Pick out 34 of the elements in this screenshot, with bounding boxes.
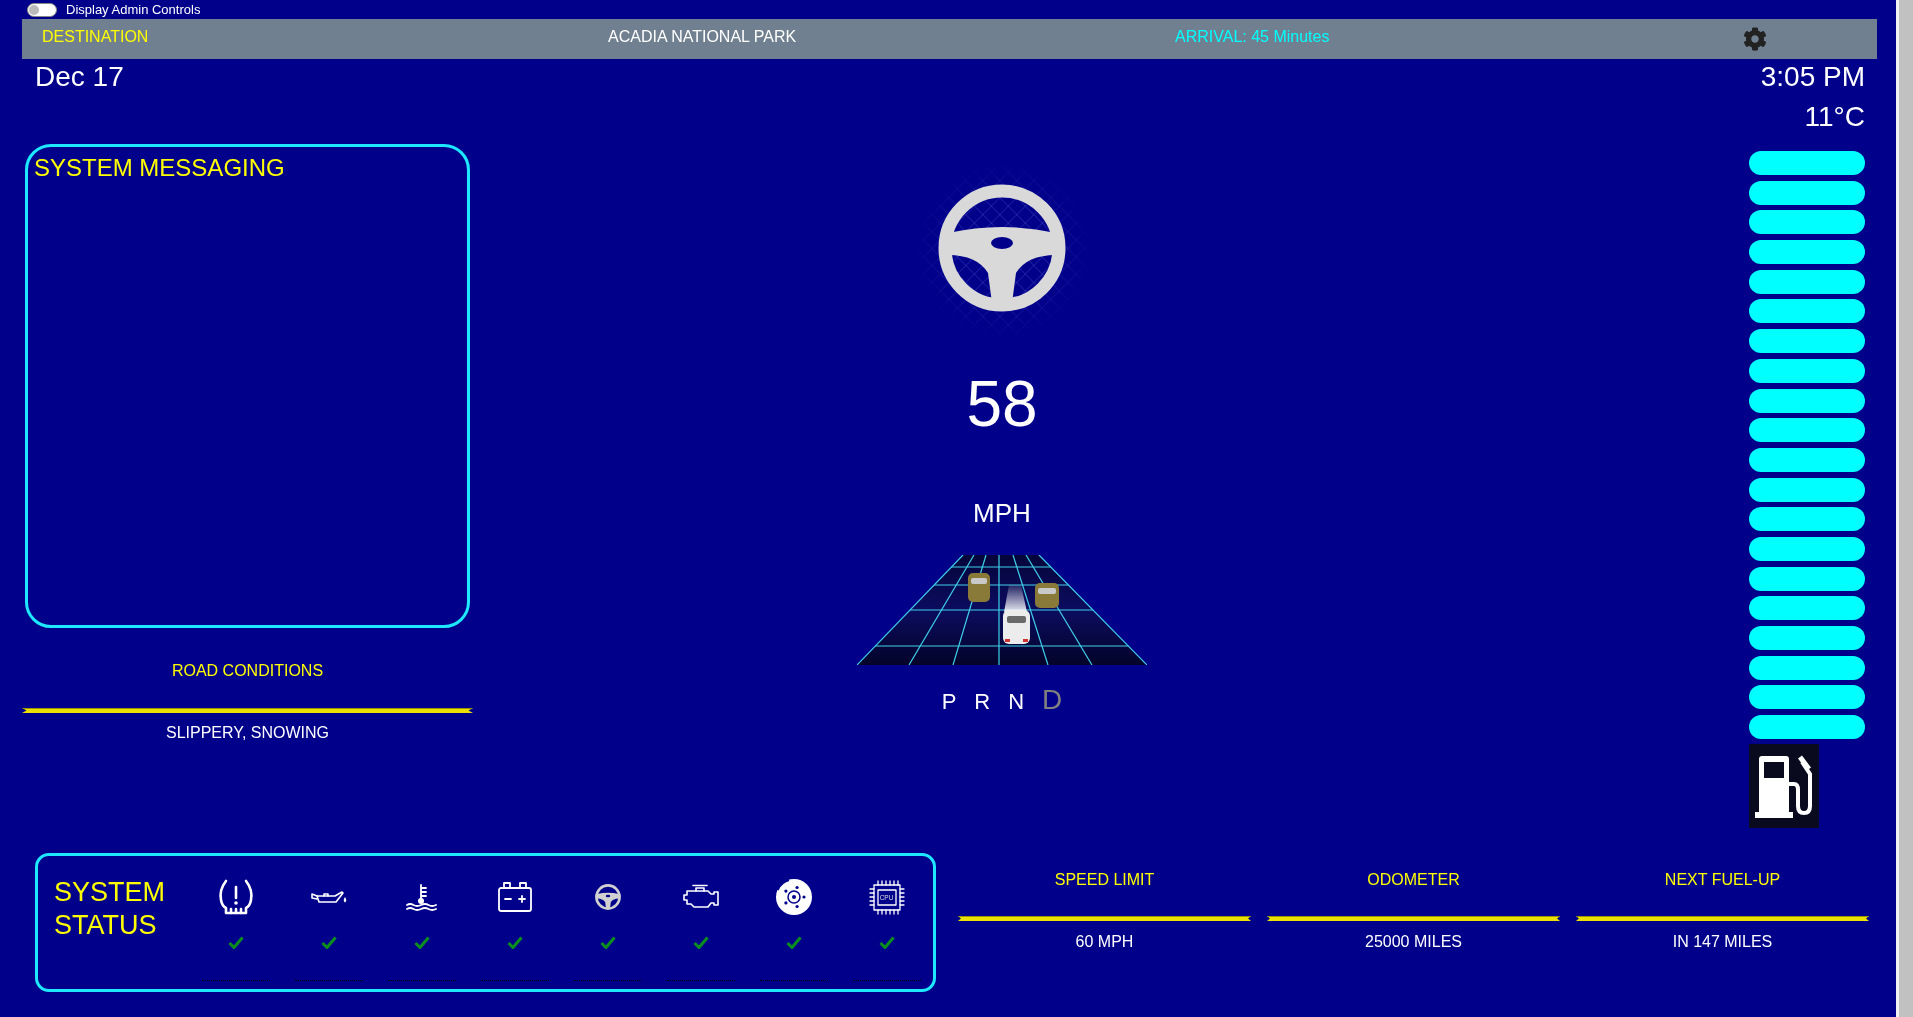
gear-position: P bbox=[941, 688, 957, 716]
info-label: NEXT FUEL-UP bbox=[1664, 870, 1781, 891]
gear-position: D bbox=[1042, 684, 1063, 716]
brake-disc-icon bbox=[774, 878, 813, 917]
arrival-time: ARRIVAL: 45 Minutes bbox=[1175, 28, 1330, 45]
info-label: ODOMETER bbox=[1367, 870, 1460, 891]
temperature: 11°C bbox=[1804, 101, 1865, 133]
thermometer-waves-icon bbox=[406, 883, 437, 912]
road-conditions-value: SLIPPERY, SNOWING bbox=[165, 723, 330, 743]
destination-label: DESTINATION bbox=[42, 28, 149, 45]
toggle-switch[interactable] bbox=[27, 2, 57, 17]
tire-pressure-icon bbox=[216, 878, 255, 917]
info-value: IN 147 MILES bbox=[1672, 932, 1773, 953]
speed-value: 58 bbox=[966, 372, 1038, 436]
scrollbar[interactable] bbox=[1896, 0, 1913, 1017]
settings-icon[interactable] bbox=[1743, 27, 1767, 51]
panel-title: SYSTEM STATUS bbox=[54, 876, 167, 943]
clock-time: 3:05 PM bbox=[1760, 61, 1865, 93]
gear-position: R bbox=[974, 688, 991, 716]
oil-can-icon bbox=[309, 889, 348, 906]
speed-unit: MPH bbox=[973, 497, 1031, 529]
steering-wheel-icon bbox=[594, 884, 621, 911]
battery-icon bbox=[496, 881, 533, 914]
info-label: SPEED LIMIT bbox=[1054, 870, 1155, 891]
chip-icon bbox=[868, 879, 905, 915]
panel-title: SYSTEM MESSAGING bbox=[34, 154, 285, 181]
fuel-pump-icon bbox=[1749, 744, 1819, 829]
admin-controls-label: Display Admin Controls bbox=[66, 2, 201, 17]
info-value: 25000 MILES bbox=[1365, 932, 1462, 953]
date-text: Dec 17 bbox=[34, 61, 125, 93]
road-conditions-label: ROAD CONDITIONS bbox=[170, 661, 325, 681]
destination-name: ACADIA NATIONAL PARK bbox=[608, 28, 797, 45]
gear-position: N bbox=[1008, 688, 1025, 716]
info-value: 60 MPH bbox=[1075, 932, 1134, 953]
